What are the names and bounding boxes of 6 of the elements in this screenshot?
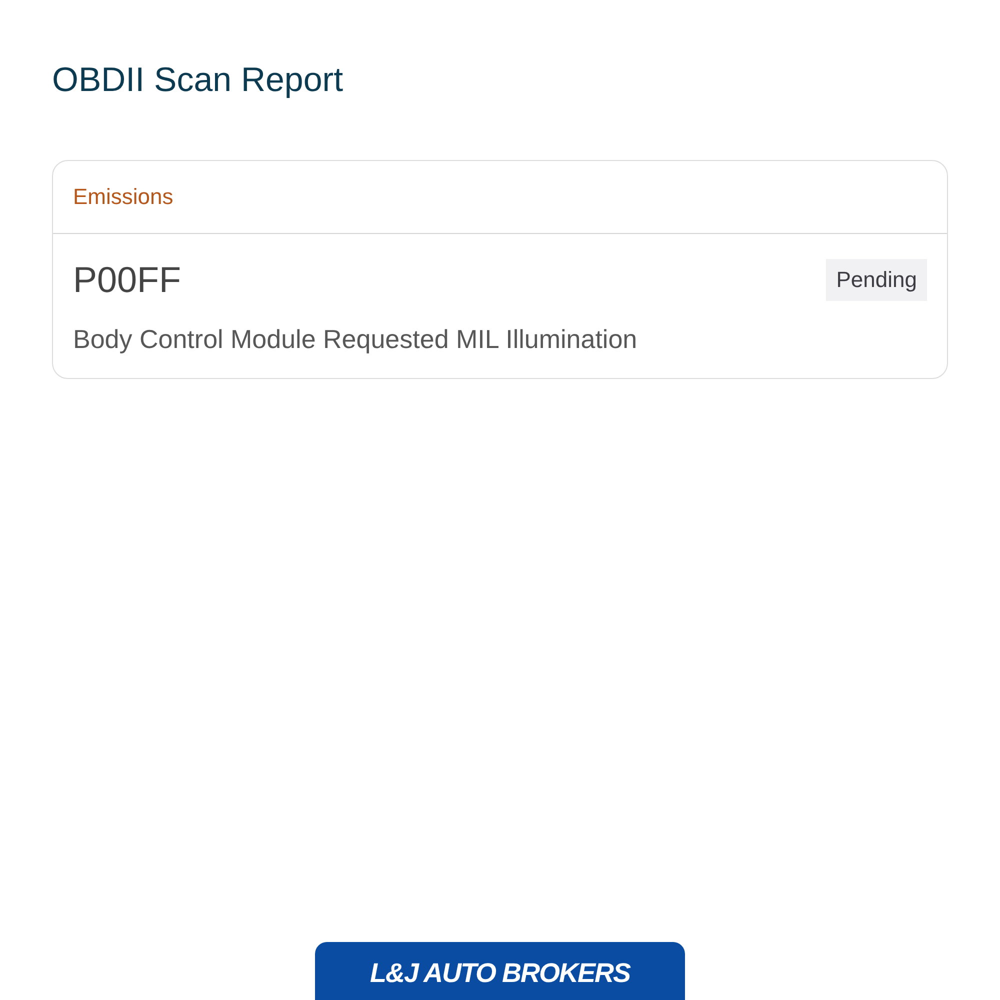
page-title: OBDII Scan Report xyxy=(52,60,344,101)
category-heading: Emissions xyxy=(73,184,174,210)
status-badge: Pending xyxy=(826,259,927,301)
trouble-code: P00FF xyxy=(73,258,182,302)
brand-logo: L&J AUTO BROKERS xyxy=(315,942,685,1000)
code-description: Body Control Module Requested MIL Illumination xyxy=(73,323,638,356)
